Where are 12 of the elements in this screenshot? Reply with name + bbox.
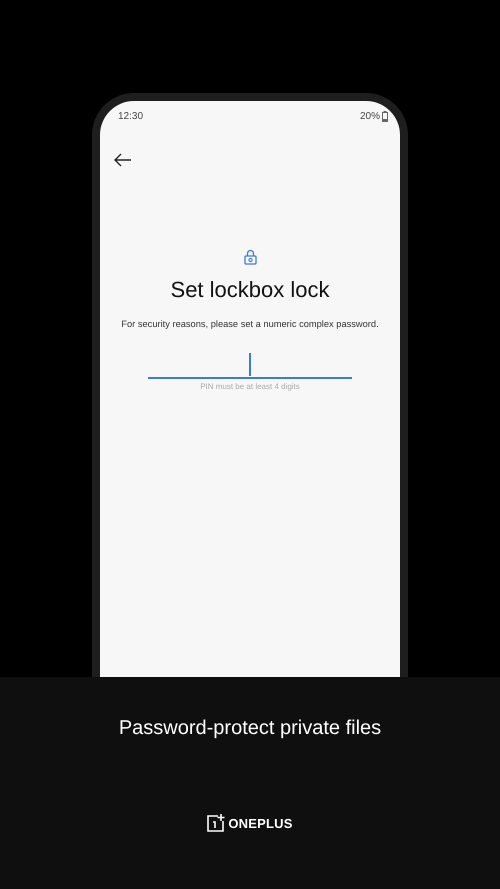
brand-name: ONEPLUS: [228, 816, 293, 830]
page-title: Set lockbox lock: [170, 277, 330, 303]
lock-icon: [244, 249, 256, 265]
status-time: 12:30: [118, 110, 144, 122]
battery-level: 20%: [360, 110, 380, 122]
caption-text: Password-protect private files: [118, 717, 382, 740]
battery-icon: [382, 110, 388, 122]
logo-icon: [207, 814, 226, 832]
description-text: For security reasons, please set a numeric complex password.: [121, 319, 379, 329]
pin-field[interactable]: [148, 351, 352, 379]
pin-hint: PIN must be at least 4 digits: [200, 382, 300, 391]
back-button[interactable]: [114, 153, 132, 167]
